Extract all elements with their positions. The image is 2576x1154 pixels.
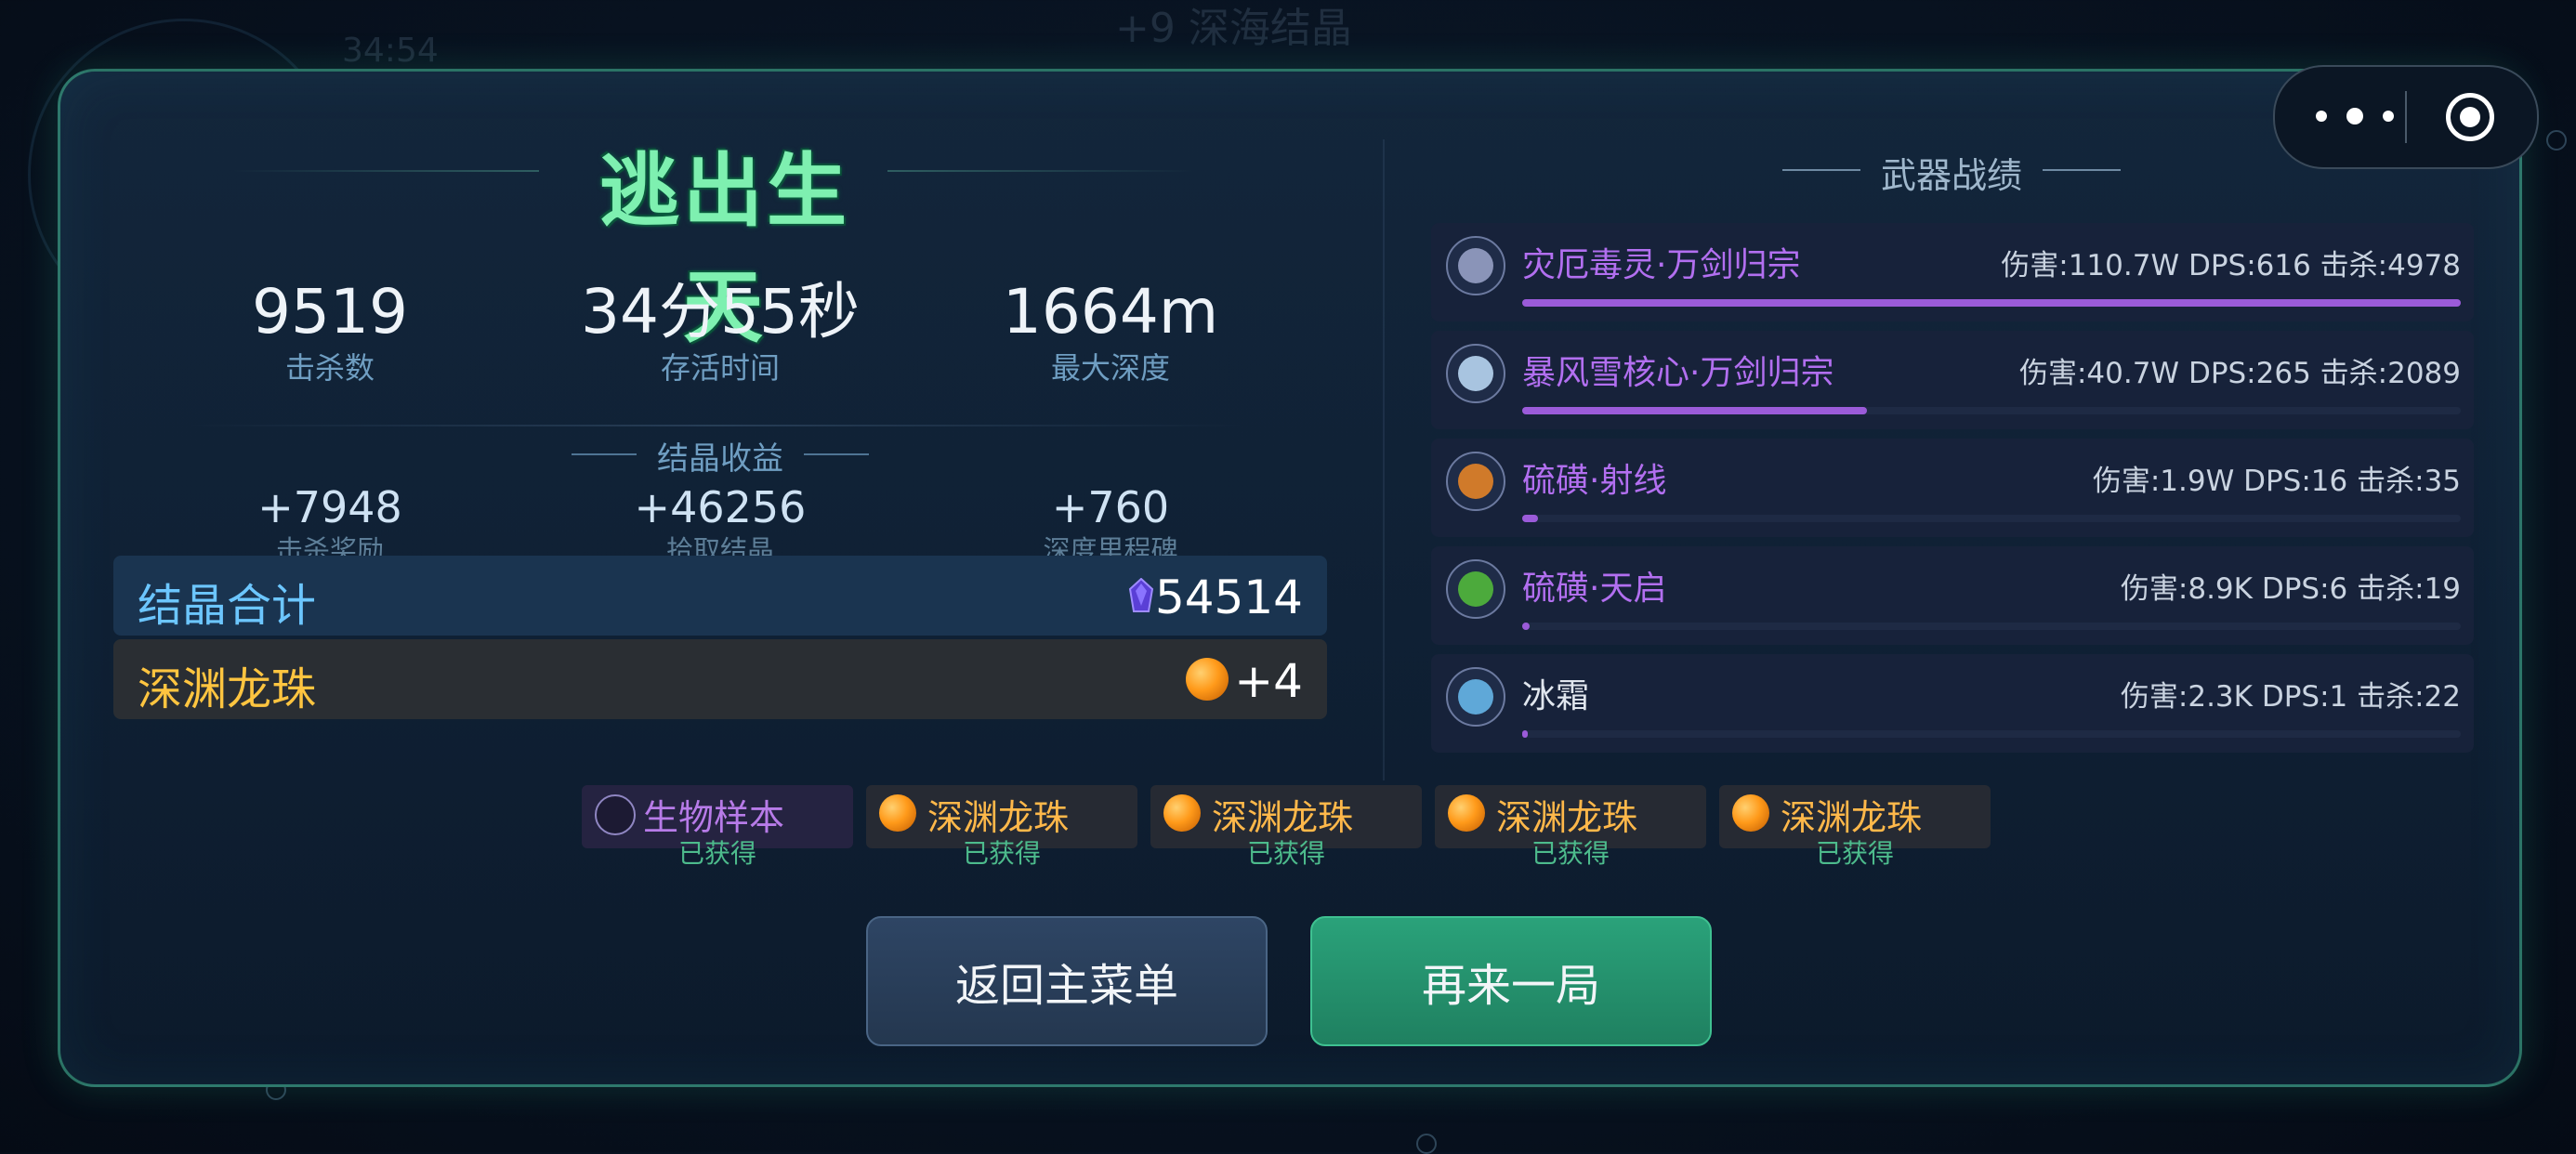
weapon-damage-fill [1522,299,2461,307]
dragon-orb-icon [1186,658,1229,701]
reward-status: 已获得 [962,838,1041,869]
stat-kills: 9519 击杀数 [163,275,497,387]
reward-name: 深渊龙珠 [1496,797,1638,838]
weapon-row: 冰霜 伤害:2.3K DPS:1 击杀:22 [1431,654,2474,753]
weapon-icon [1446,559,1505,619]
dragon-orb-icon [1448,794,1485,832]
weapon-damage-fill [1522,730,1529,738]
weapon-name: 暴风雪核心·万剑归宗 [1522,354,1834,392]
crystal-total-label: 结晶合计 [138,580,317,632]
weapon-damage-bar [1522,299,2461,307]
crystal-total-row: 结晶合计 54514 [113,556,1327,636]
gain-pickup-crystal: +46256 拾取结晶 [553,481,887,567]
dragon-orb-row: 深渊龙珠 +4 [113,639,1327,719]
gain-value: +46256 [634,482,807,532]
stat-value: 1664m [1002,276,1219,348]
dragon-orb-value: +4 [1234,654,1303,708]
background-bubble [1416,1134,1437,1154]
crystal-total-value: 54514 [1154,570,1303,624]
target-close-icon[interactable] [2446,93,2494,141]
capsule-divider [2405,91,2407,143]
reward-status: 已获得 [1246,838,1325,869]
reward-bio-sample: 生物样本 已获得 [582,785,853,869]
gain-kill-reward: +7948 击杀奖励 [163,481,497,567]
play-again-button[interactable]: 再来一局 [1310,916,1712,1046]
weapon-name: 灾厄毒灵·万剑归宗 [1522,246,1801,284]
weapon-row: 灾厄毒灵·万剑归宗 伤害:110.7W DPS:616 击杀:4978 [1431,223,2474,321]
stat-value: 9519 [252,276,408,348]
weapon-damage-bar [1522,407,2461,414]
weapon-name: 冰霜 [1522,677,1590,715]
reward-name: 生物样本 [643,797,785,838]
stat-max-depth: 1664m 最大深度 [943,275,1278,387]
stat-label: 击杀数 [284,350,375,386]
weapon-row: 暴风雪核心·万剑归宗 伤害:40.7W DPS:265 击杀:2089 [1431,331,2474,429]
weapon-name: 硫磺·射线 [1522,462,1667,500]
reward-status: 已获得 [1531,838,1610,869]
reward-dragon-orb: 深渊龙珠 已获得 [1150,785,1422,869]
crystal-gem-icon [1128,578,1154,612]
reward-status: 已获得 [677,838,756,869]
gain-value: +760 [1051,482,1170,532]
gain-depth-milestone: +760 深度里程碑 [943,481,1278,567]
dragon-orb-icon [879,794,916,832]
reward-dragon-orb: 深渊龙珠 已获得 [1435,785,1706,869]
gain-value: +7948 [257,482,402,532]
weapon-icon [1446,236,1505,295]
title-line-right [887,170,1194,172]
background-timer: 34:54 [342,32,439,70]
weapon-damage-bar [1522,515,2461,522]
weapon-stats: 伤害:110.7W DPS:616 击杀:4978 [2001,249,2461,282]
weapon-icon [1446,452,1505,511]
weapon-damage-fill [1522,623,1531,630]
weapon-row: 硫磺·射线 伤害:1.9W DPS:16 击杀:35 [1431,439,2474,537]
more-dots-icon[interactable] [2316,95,2394,138]
background-bubble [2546,130,2567,151]
panel-divider [1383,139,1385,780]
weapon-damage-bar [1522,623,2461,630]
reward-name: 深渊龙珠 [1781,797,1923,838]
dragon-orb-label: 深渊龙珠 [138,663,317,715]
reward-name: 深渊龙珠 [927,797,1070,838]
weapon-damage-fill [1522,407,1867,414]
stat-label: 存活时间 [660,350,780,386]
bio-sample-icon [595,794,636,835]
weapon-stats: 伤害:40.7W DPS:265 击杀:2089 [2018,357,2461,390]
back-to-menu-button[interactable]: 返回主菜单 [866,916,1268,1046]
dragon-orb-icon [1732,794,1769,832]
reward-name: 深渊龙珠 [1212,797,1354,838]
weapon-stats: 伤害:2.3K DPS:1 击杀:22 [2120,680,2461,714]
background-pickup-text: +9 深海结晶 [1115,5,1352,52]
weapon-stats: 伤害:8.9K DPS:6 击杀:19 [2120,572,2461,606]
dragon-orb-icon [1163,794,1201,832]
reward-status: 已获得 [1815,838,1894,869]
weapon-damage-fill [1522,515,1539,522]
stat-label: 最大深度 [1050,350,1170,386]
weapon-row: 硫磺·天启 伤害:8.9K DPS:6 击杀:19 [1431,546,2474,645]
weapon-icon [1446,344,1505,403]
weapon-name: 硫磺·天启 [1522,570,1667,608]
weapons-title: 武器战绩 [1775,147,2128,198]
crystal-section-title: 结晶收益 [567,433,874,479]
reward-dragon-orb: 深渊龙珠 已获得 [1719,785,1991,869]
weapon-damage-bar [1522,730,2461,738]
reward-dragon-orb: 深渊龙珠 已获得 [866,785,1137,869]
stat-value: 34分55秒 [581,276,860,348]
section-separator [186,425,1245,426]
title-line-left [232,170,539,172]
weapon-stats: 伤害:1.9W DPS:16 击杀:35 [2092,465,2461,498]
mini-program-capsule [2273,65,2539,169]
weapon-icon [1446,667,1505,727]
stat-survival-time: 34分55秒 存活时间 [553,275,887,387]
